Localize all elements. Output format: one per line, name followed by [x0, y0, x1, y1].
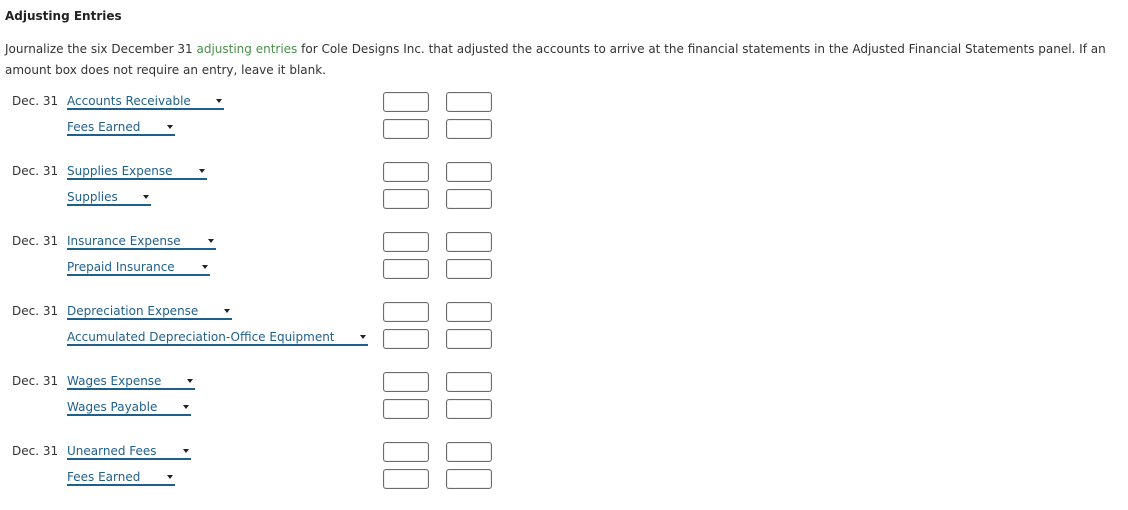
credit-account-select[interactable]: Wages Payable	[67, 399, 191, 416]
credit-amount-input[interactable]	[446, 189, 492, 209]
dropdown-arrow-icon	[199, 168, 205, 173]
credit-amount-input[interactable]	[446, 92, 492, 112]
dropdown-arrow-icon	[183, 404, 189, 409]
debit-amount-input[interactable]	[383, 399, 429, 419]
credit-amount-input[interactable]	[446, 232, 492, 252]
credit-account-select[interactable]: Prepaid Insurance	[67, 259, 210, 276]
credit-account-select[interactable]: Accumulated Depreciation-Office Equipmen…	[67, 329, 368, 346]
dropdown-arrow-icon	[187, 378, 193, 383]
dropdown-arrow-icon	[216, 98, 222, 103]
debit-account-select[interactable]: Accounts Receivable	[67, 93, 224, 110]
selected-account: Accumulated Depreciation-Office Equipmen…	[67, 329, 335, 344]
journal-entry: Dec. 31 Wages Expense Wages Payable	[0, 368, 520, 420]
selected-account: Wages Expense	[67, 373, 162, 388]
journal-entry: Dec. 31 Insurance Expense Prepaid Insura…	[0, 228, 520, 280]
debit-amount-input[interactable]	[383, 119, 429, 139]
dropdown-arrow-icon	[208, 238, 214, 243]
entry-date: Dec. 31	[12, 234, 59, 248]
journal-entry: Dec. 31 Accounts Receivable Fees Earned	[0, 88, 520, 140]
debit-amount-input[interactable]	[383, 469, 429, 489]
debit-account-select[interactable]: Supplies Expense	[67, 163, 207, 180]
credit-amount-input[interactable]	[446, 302, 492, 322]
dropdown-arrow-icon	[167, 124, 173, 129]
credit-amount-input[interactable]	[446, 372, 492, 392]
selected-account: Unearned Fees	[67, 443, 157, 458]
debit-amount-input[interactable]	[383, 232, 429, 252]
selected-account: Wages Payable	[67, 399, 158, 414]
credit-amount-input[interactable]	[446, 259, 492, 279]
selected-account: Insurance Expense	[67, 233, 181, 248]
debit-amount-input[interactable]	[383, 162, 429, 182]
dropdown-arrow-icon	[360, 334, 366, 339]
debit-account-select[interactable]: Wages Expense	[67, 373, 195, 390]
entry-date: Dec. 31	[12, 374, 59, 388]
dropdown-arrow-icon	[143, 194, 149, 199]
debit-amount-input[interactable]	[383, 259, 429, 279]
credit-amount-input[interactable]	[446, 119, 492, 139]
entry-date: Dec. 31	[12, 444, 59, 458]
debit-amount-input[interactable]	[383, 302, 429, 322]
debit-amount-input[interactable]	[383, 372, 429, 392]
debit-amount-input[interactable]	[383, 92, 429, 112]
section-title: Adjusting Entries	[5, 9, 122, 23]
credit-amount-input[interactable]	[446, 442, 492, 462]
credit-amount-input[interactable]	[446, 329, 492, 349]
credit-amount-input[interactable]	[446, 162, 492, 182]
credit-account-select[interactable]: Fees Earned	[67, 469, 175, 486]
journal-entry: Dec. 31 Depreciation Expense Accumulated…	[0, 298, 520, 350]
dropdown-arrow-icon	[167, 474, 173, 479]
entry-date: Dec. 31	[12, 94, 59, 108]
debit-amount-input[interactable]	[383, 329, 429, 349]
selected-account: Depreciation Expense	[67, 303, 199, 318]
adjusting-entries-link[interactable]: adjusting entries	[196, 42, 297, 56]
instructions: Journalize the six December 31 adjusting…	[5, 39, 1125, 81]
instructions-text-start: Journalize the six December 31	[5, 42, 197, 56]
selected-account: Fees Earned	[67, 469, 141, 484]
dropdown-arrow-icon	[202, 264, 208, 269]
debit-account-select[interactable]: Insurance Expense	[67, 233, 216, 250]
journal-entry: Dec. 31 Unearned Fees Fees Earned	[0, 438, 520, 490]
debit-account-select[interactable]: Depreciation Expense	[67, 303, 232, 320]
entry-date: Dec. 31	[12, 304, 59, 318]
credit-account-select[interactable]: Supplies	[67, 189, 151, 206]
debit-amount-input[interactable]	[383, 442, 429, 462]
entry-date: Dec. 31	[12, 164, 59, 178]
journal-entry: Dec. 31 Supplies Expense Supplies	[0, 158, 520, 210]
dropdown-arrow-icon	[183, 448, 189, 453]
dropdown-arrow-icon	[224, 308, 230, 313]
selected-account: Fees Earned	[67, 119, 141, 134]
selected-account: Prepaid Insurance	[67, 259, 175, 274]
credit-amount-input[interactable]	[446, 469, 492, 489]
debit-amount-input[interactable]	[383, 189, 429, 209]
credit-account-select[interactable]: Fees Earned	[67, 119, 175, 136]
selected-account: Accounts Receivable	[67, 93, 191, 108]
debit-account-select[interactable]: Unearned Fees	[67, 443, 191, 460]
selected-account: Supplies	[67, 189, 118, 204]
credit-amount-input[interactable]	[446, 399, 492, 419]
selected-account: Supplies Expense	[67, 163, 173, 178]
